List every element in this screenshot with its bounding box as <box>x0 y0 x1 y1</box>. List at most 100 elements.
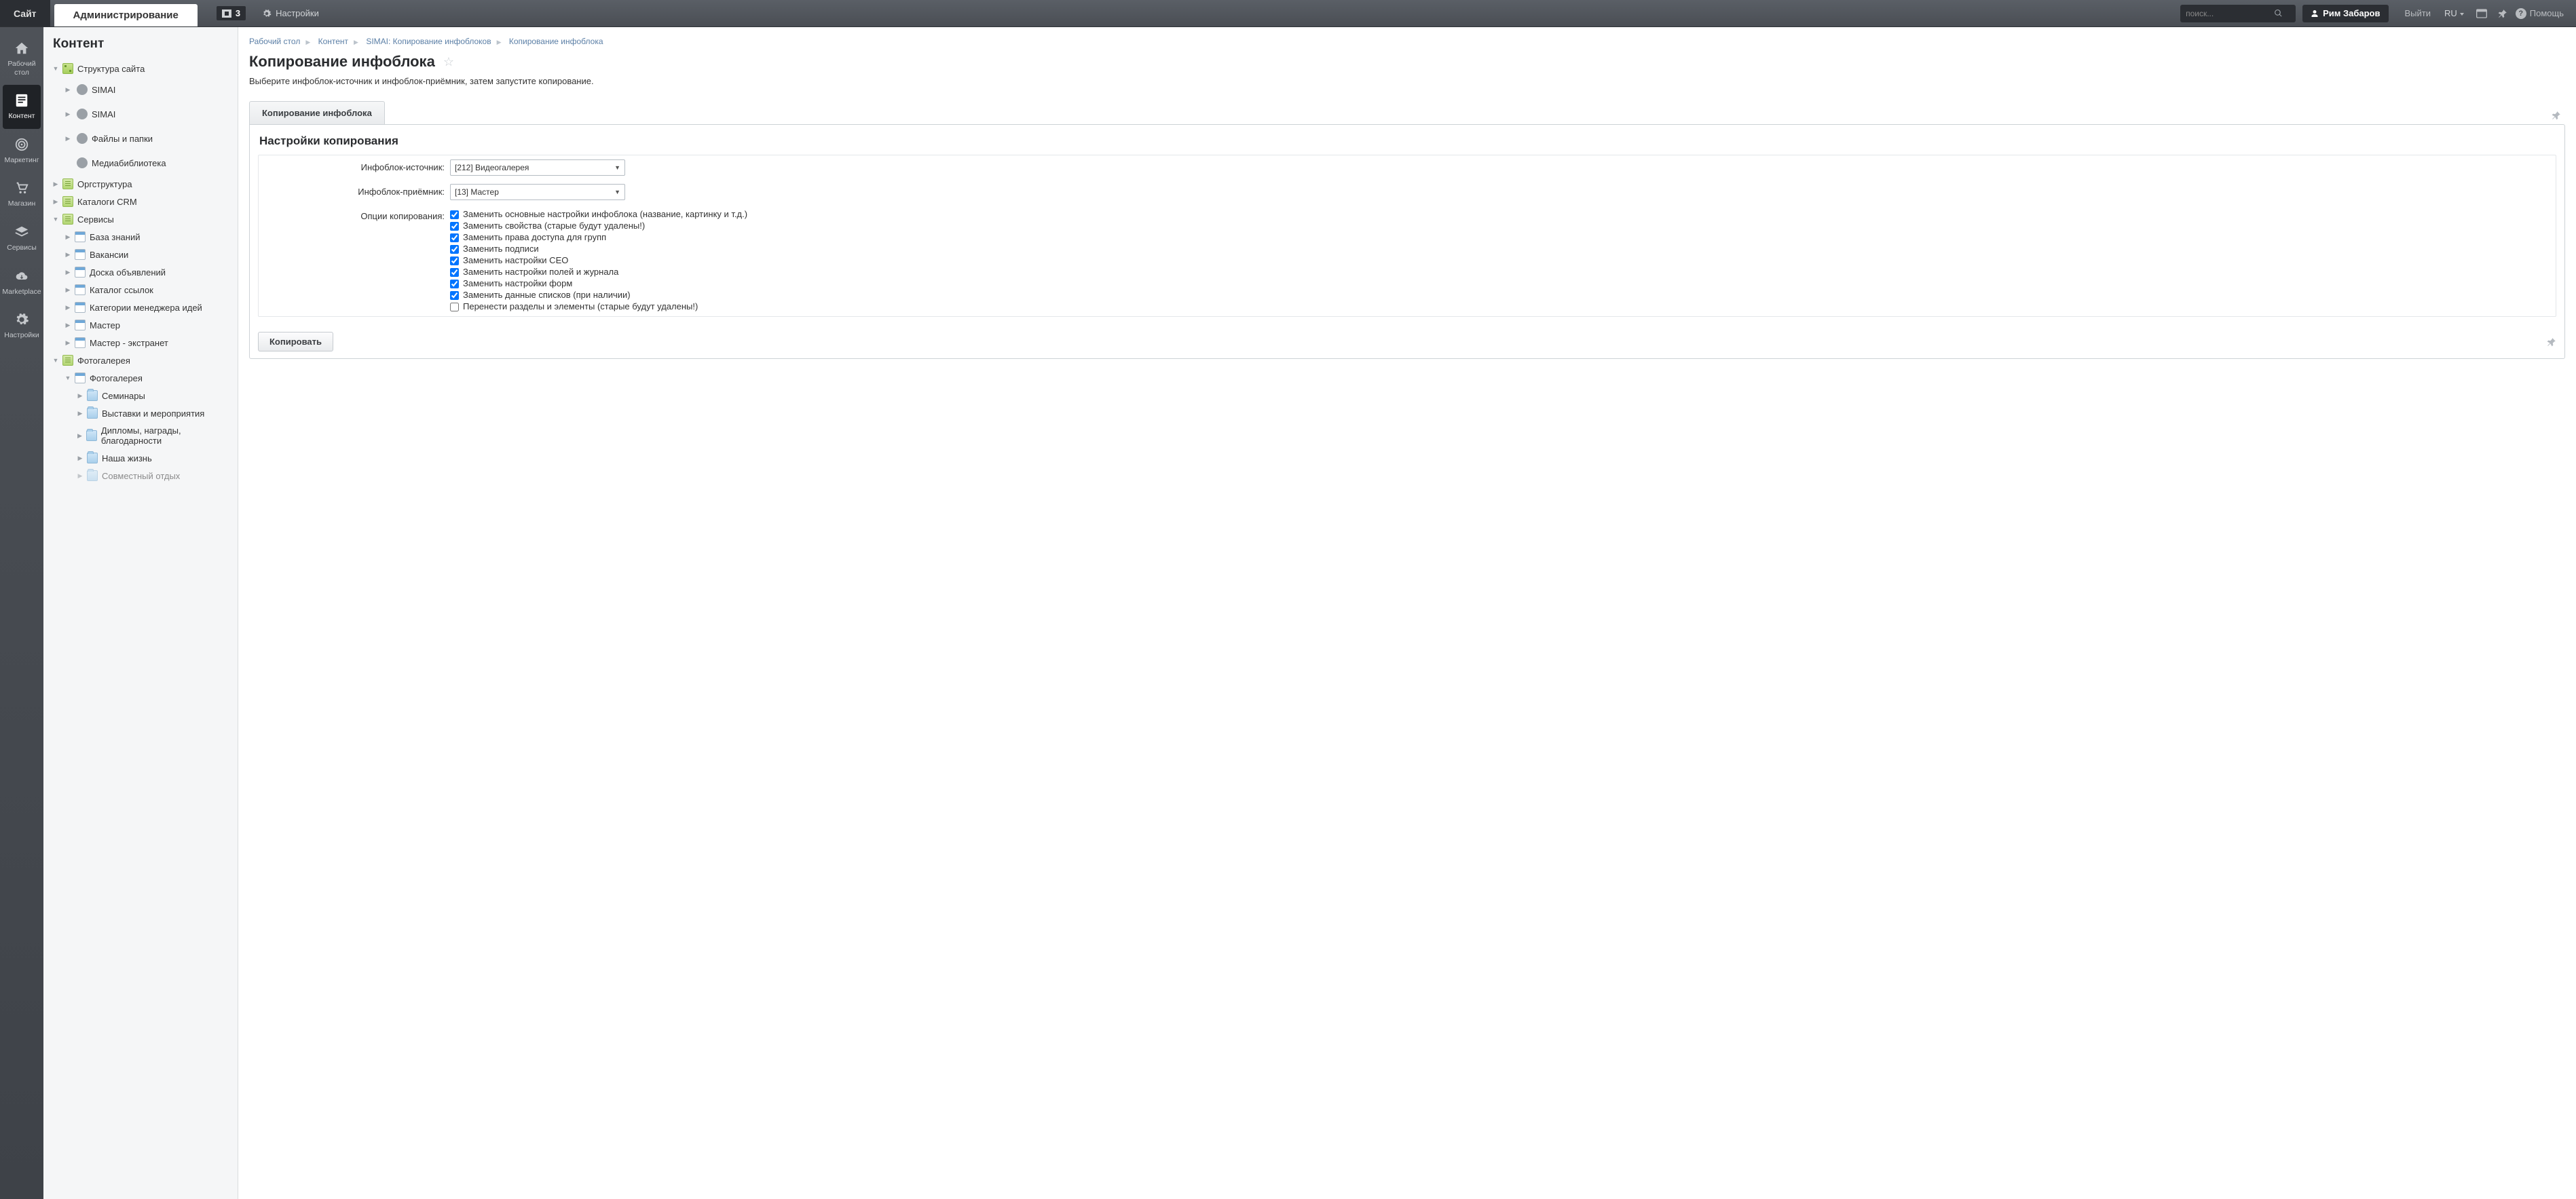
form-panel: Настройки копирования Инфоблок-источник:… <box>249 124 2565 359</box>
tree-photo[interactable]: Фотогалерея <box>52 351 231 369</box>
tree-title: Контент <box>52 37 231 52</box>
page-title: Копирование инфоблока <box>249 53 435 71</box>
folder-icon <box>87 390 98 401</box>
left-rail: Рабочий стол Контент Маркетинг Магазин С… <box>0 27 43 1199</box>
option-label: Заменить настройки форм <box>463 278 572 288</box>
select-dest[interactable]: [13] Мастер <box>450 184 625 200</box>
tree-ideas[interactable]: Категории менеджера идей <box>52 299 231 316</box>
option-8[interactable]: Перенести разделы и элементы (старые буд… <box>450 301 2549 312</box>
tree-master[interactable]: Мастер <box>52 316 231 334</box>
tree-org[interactable]: Оргструктура <box>52 175 231 193</box>
dot-icon <box>77 109 88 119</box>
tree-simai-2[interactable]: SIMAI <box>52 102 231 126</box>
option-checkbox-2[interactable] <box>450 233 459 242</box>
crumb-2[interactable]: SIMAI: Копирование инфоблоков <box>366 37 491 46</box>
option-label: Заменить основные настройки инфоблока (н… <box>463 209 747 219</box>
option-checkbox-4[interactable] <box>450 256 459 265</box>
rail-settings[interactable]: Настройки <box>0 304 43 348</box>
option-checkbox-3[interactable] <box>450 245 459 254</box>
topbar-settings-label: Настройки <box>276 8 319 18</box>
option-checkbox-7[interactable] <box>450 291 459 300</box>
option-0[interactable]: Заменить основные настройки инфоблока (н… <box>450 208 2549 220</box>
option-2[interactable]: Заменить права доступа для групп <box>450 231 2549 243</box>
search-box[interactable] <box>2180 5 2296 22</box>
topbar-settings[interactable]: Настройки <box>254 0 327 26</box>
panel-pin-icon[interactable] <box>2547 337 2556 347</box>
option-label: Заменить данные списков (при наличии) <box>463 290 631 300</box>
tree-kb[interactable]: База знаний <box>52 228 231 246</box>
rail-content[interactable]: Контент <box>3 85 41 129</box>
crumb-0[interactable]: Рабочий стол <box>249 37 300 46</box>
tree-links[interactable]: Каталог ссылок <box>52 281 231 299</box>
rail-label: Магазин <box>1 199 42 208</box>
tree-vac[interactable]: Вакансии <box>52 246 231 263</box>
option-5[interactable]: Заменить настройки полей и журнала <box>450 266 2549 278</box>
option-checkbox-6[interactable] <box>450 280 459 288</box>
iblock-icon <box>75 373 86 383</box>
tree-sem[interactable]: Семинары <box>52 387 231 404</box>
logout-link[interactable]: Выйти <box>2398 8 2438 18</box>
option-6[interactable]: Заменить настройки форм <box>450 278 2549 289</box>
topbar-notifications[interactable]: 3 <box>208 0 254 26</box>
structure-icon <box>62 63 73 74</box>
cart-icon <box>1 179 42 197</box>
tabbar-pin-icon[interactable] <box>2547 107 2565 124</box>
option-checkbox-1[interactable] <box>450 222 459 231</box>
user-menu[interactable]: Рим Забаров <box>2302 5 2388 22</box>
tree-services[interactable]: Сервисы <box>52 210 231 228</box>
favorite-star-icon[interactable]: ☆ <box>443 55 454 69</box>
crumb-1[interactable]: Контент <box>318 37 348 46</box>
user-icon <box>2311 9 2319 18</box>
help-link[interactable]: ? Помощь <box>2513 8 2569 19</box>
tree-joint[interactable]: Совместный отдых <box>52 467 231 484</box>
tree-dip[interactable]: Дипломы, награды, благодарности <box>52 422 231 449</box>
option-3[interactable]: Заменить подписи <box>450 243 2549 254</box>
option-checkbox-8[interactable] <box>450 303 459 311</box>
select-source[interactable]: [212] Видеогалерея <box>450 159 625 176</box>
label-source: Инфоблок-источник: <box>265 159 450 172</box>
rail-desktop[interactable]: Рабочий стол <box>0 33 43 85</box>
rail-label: Маркетинг <box>1 156 42 165</box>
option-4[interactable]: Заменить настройки СЕО <box>450 254 2549 266</box>
tree-media[interactable]: Медиабиблиотека <box>52 151 231 175</box>
tree-panel: Контент Структура сайта SIMAI SIMAI Файл… <box>43 27 238 1199</box>
tab-admin[interactable]: Администрирование <box>54 4 198 26</box>
tree-board[interactable]: Доска объявлений <box>52 263 231 281</box>
iblock-icon <box>75 231 86 242</box>
option-7[interactable]: Заменить данные списков (при наличии) <box>450 289 2549 301</box>
option-checkbox-0[interactable] <box>450 210 459 219</box>
label-dest: Инфоблок-приёмник: <box>265 184 450 197</box>
iblock-icon <box>75 337 86 348</box>
search-input[interactable] <box>2186 9 2274 18</box>
tree-crm[interactable]: Каталоги CRM <box>52 193 231 210</box>
workarea: Рабочий стол▶ Контент▶ SIMAI: Копировани… <box>238 27 2576 1199</box>
pin-icon[interactable] <box>2493 9 2513 18</box>
tab-copy[interactable]: Копирование инфоблока <box>249 101 385 124</box>
target-icon <box>1 136 42 153</box>
tree-masterx[interactable]: Мастер - экстранет <box>52 334 231 351</box>
copy-button[interactable]: Копировать <box>258 332 333 351</box>
gear-icon <box>262 9 272 18</box>
rail-shop[interactable]: Магазин <box>0 172 43 216</box>
tree-simai-1[interactable]: SIMAI <box>52 77 231 102</box>
tree-files[interactable]: Файлы и папки <box>52 126 231 151</box>
folder-icon <box>87 453 98 463</box>
option-1[interactable]: Заменить свойства (старые будут удалены!… <box>450 220 2549 231</box>
search-icon[interactable] <box>2274 9 2283 18</box>
book-icon <box>62 214 73 225</box>
rail-marketplace[interactable]: Marketplace <box>0 261 43 305</box>
tree-photo-2[interactable]: Фотогалерея <box>52 369 231 387</box>
tree-exh[interactable]: Выставки и мероприятия <box>52 404 231 422</box>
option-checkbox-5[interactable] <box>450 268 459 277</box>
tree-life[interactable]: Наша жизнь <box>52 449 231 467</box>
crumb-3[interactable]: Копирование инфоблока <box>509 37 603 46</box>
cloud-icon <box>1 267 42 285</box>
rail-services[interactable]: Сервисы <box>0 216 43 261</box>
panel-icon[interactable] <box>2471 9 2493 18</box>
rail-label: Контент <box>4 112 39 121</box>
lang-switch[interactable]: RU <box>2438 8 2471 18</box>
rail-marketing[interactable]: Маркетинг <box>0 129 43 173</box>
tree-structure[interactable]: Структура сайта <box>52 60 231 77</box>
topbar: Сайт Администрирование 3 Настройки Рим З… <box>0 0 2576 27</box>
tab-site[interactable]: Сайт <box>0 0 50 26</box>
